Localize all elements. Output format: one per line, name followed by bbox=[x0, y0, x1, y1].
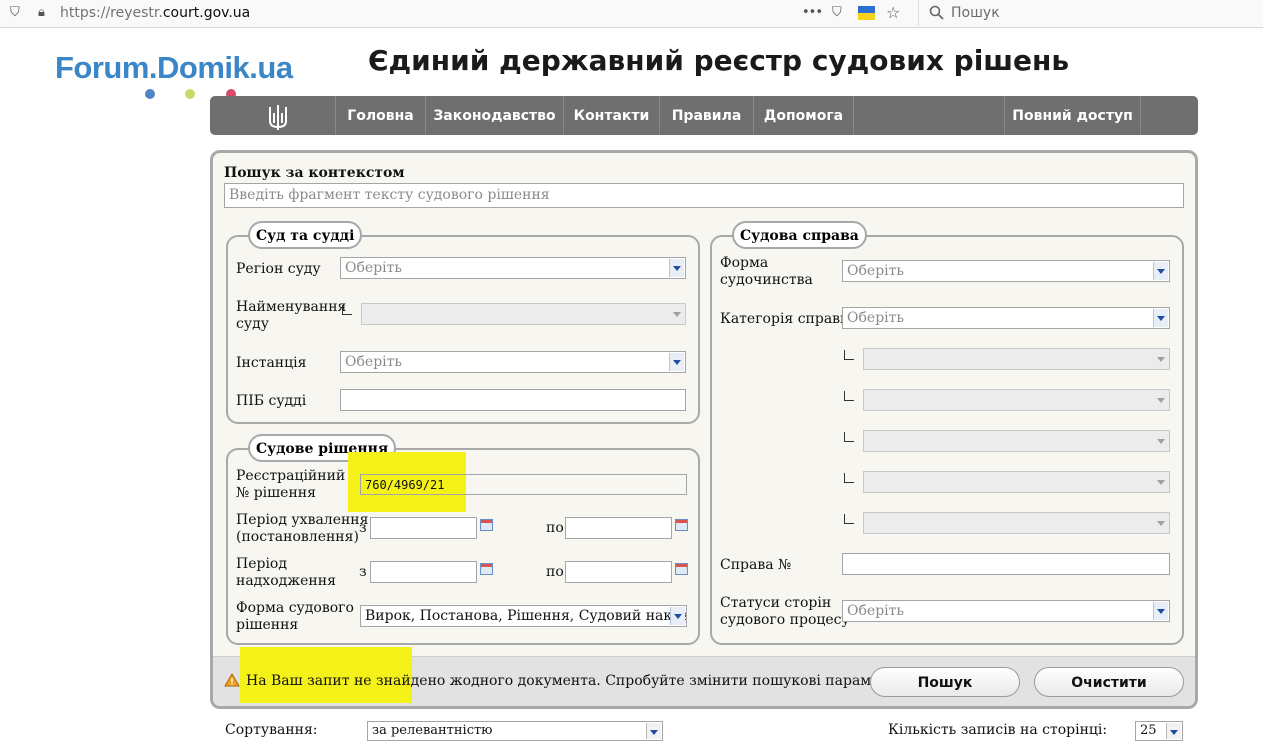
tree-branch-icon bbox=[844, 514, 854, 524]
bookmark-star-icon[interactable]: ☆ bbox=[886, 3, 900, 22]
calendar-icon[interactable] bbox=[675, 519, 688, 531]
calendar-icon[interactable] bbox=[480, 563, 493, 575]
party-status-label: Статуси сторін судового процесу bbox=[720, 595, 850, 628]
main-nav: Головна Законодавство Контакти Правила Д… bbox=[210, 96, 1198, 135]
case-category-label: Категорія справи bbox=[720, 311, 850, 327]
clear-button[interactable]: Очистити bbox=[1034, 667, 1184, 697]
browser-search-box[interactable]: Пошук bbox=[918, 0, 1263, 26]
chevron-down-icon bbox=[670, 305, 684, 323]
instance-select[interactable]: Оберіть bbox=[340, 351, 686, 373]
chevron-down-icon bbox=[1154, 514, 1168, 532]
chevron-down-icon[interactable] bbox=[669, 259, 684, 277]
browser-toolbar: ⛉ 🔒︎ https://reyestr.court.gov.ua ••• ⛉ … bbox=[0, 0, 1263, 28]
search-button[interactable]: Пошук bbox=[870, 667, 1020, 697]
nav-help[interactable]: Допомога bbox=[753, 96, 853, 135]
from-label: з bbox=[359, 564, 367, 580]
decision-form-label: Форма судового рішення bbox=[236, 600, 354, 633]
to-label: по bbox=[546, 520, 564, 536]
calendar-icon[interactable] bbox=[480, 519, 493, 531]
forum-logo: Forum.Domik.ua bbox=[55, 50, 293, 85]
logo-dot-blue bbox=[145, 89, 155, 99]
receive-to-input[interactable] bbox=[565, 561, 672, 583]
context-search-label: Пошук за контекстом bbox=[224, 165, 405, 181]
instance-label: Інстанція bbox=[236, 355, 307, 371]
reg-number-input[interactable]: 760/4969/21 bbox=[360, 474, 687, 495]
pocket-icon[interactable]: ⛉ bbox=[832, 5, 842, 20]
court-name-select[interactable] bbox=[361, 303, 686, 325]
nav-contacts[interactable]: Контакти bbox=[563, 96, 659, 135]
proceeding-form-label: Форма судочинства bbox=[720, 255, 813, 288]
case-subcategory-select-4[interactable] bbox=[863, 471, 1170, 493]
adoption-period-label: Період ухвалення (постановлення) bbox=[236, 512, 369, 545]
chevron-down-icon bbox=[1154, 391, 1168, 409]
case-number-input[interactable] bbox=[842, 553, 1170, 575]
tree-branch-icon bbox=[844, 350, 854, 360]
nav-legislation[interactable]: Законодавство bbox=[425, 96, 563, 135]
no-results-message: На Ваш запит не знайдено жодного докумен… bbox=[246, 673, 910, 689]
form-footer: На Ваш запит не знайдено жодного докумен… bbox=[213, 647, 1195, 706]
warning-icon bbox=[224, 673, 240, 687]
nav-rules[interactable]: Правила bbox=[659, 96, 753, 135]
tree-branch-icon bbox=[342, 305, 352, 315]
chevron-down-icon bbox=[1154, 350, 1168, 368]
page-title: Єдиний державний реєстр судових рішень bbox=[368, 44, 1070, 77]
adoption-from-input[interactable] bbox=[370, 517, 477, 539]
adoption-to-input[interactable] bbox=[565, 517, 672, 539]
court-judges-legend: Суд та судді bbox=[248, 221, 363, 249]
tree-branch-icon bbox=[844, 432, 854, 442]
from-label: з bbox=[359, 520, 367, 536]
search-placeholder: Пошук bbox=[951, 5, 1000, 21]
to-label: по bbox=[546, 564, 564, 580]
tree-branch-icon bbox=[844, 473, 854, 483]
trident-emblem-icon[interactable] bbox=[266, 103, 290, 135]
chevron-down-icon[interactable] bbox=[646, 723, 661, 739]
chevron-down-icon[interactable] bbox=[1153, 602, 1168, 620]
proceeding-form-select[interactable]: Оберіть bbox=[842, 260, 1170, 282]
chevron-down-icon bbox=[1154, 473, 1168, 491]
per-page-select[interactable]: 25 bbox=[1135, 721, 1183, 741]
per-page-label: Кількість записів на сторінці: bbox=[888, 722, 1108, 738]
chevron-down-icon[interactable] bbox=[1153, 262, 1168, 280]
region-label: Регіон суду bbox=[236, 261, 321, 277]
nav-full-access[interactable]: Повний доступ bbox=[1004, 96, 1140, 135]
nav-home[interactable]: Головна bbox=[335, 96, 425, 135]
sorting-select[interactable]: за релевантністю bbox=[367, 721, 663, 741]
chevron-down-icon[interactable] bbox=[1153, 309, 1168, 327]
case-number-label: Справа № bbox=[720, 557, 792, 573]
calendar-icon[interactable] bbox=[675, 563, 688, 575]
chevron-down-icon[interactable] bbox=[669, 353, 684, 371]
search-form-panel: Пошук за контекстом Введіть фрагмент тек… bbox=[210, 150, 1198, 709]
chevron-down-icon[interactable] bbox=[670, 607, 685, 625]
lock-icon[interactable]: 🔒︎ bbox=[38, 5, 45, 20]
party-status-select[interactable]: Оберіть bbox=[842, 600, 1170, 622]
chevron-down-icon[interactable] bbox=[1166, 723, 1181, 739]
case-subcategory-select-2[interactable] bbox=[863, 389, 1170, 411]
nav-divider bbox=[1140, 96, 1141, 135]
more-actions-icon[interactable]: ••• bbox=[802, 5, 823, 20]
case-subcategory-select-5[interactable] bbox=[863, 512, 1170, 534]
search-icon bbox=[929, 5, 944, 20]
case-category-select[interactable]: Оберіть bbox=[842, 307, 1170, 329]
url-bar[interactable]: https://reyestr.court.gov.ua bbox=[60, 5, 250, 21]
ukraine-flag-icon[interactable] bbox=[858, 6, 875, 20]
reg-number-label: Реєстраційний № рішення bbox=[236, 468, 346, 501]
nav-divider bbox=[853, 96, 854, 135]
chevron-down-icon bbox=[1154, 432, 1168, 450]
judge-label: ПІБ судді bbox=[236, 393, 307, 409]
context-search-input[interactable]: Введіть фрагмент тексту судового рішення bbox=[224, 183, 1184, 208]
case-subcategory-select-3[interactable] bbox=[863, 430, 1170, 452]
sorting-label: Сортування: bbox=[225, 722, 318, 738]
court-name-label: Найменування суду bbox=[236, 299, 347, 332]
decision-form-select[interactable]: Вирок, Постанова, Рішення, Судовий наказ… bbox=[360, 605, 687, 627]
receive-period-label: Період надходження bbox=[236, 556, 336, 589]
case-legend: Судова справа bbox=[732, 221, 867, 249]
region-select[interactable]: Оберіть bbox=[340, 257, 686, 279]
shield-icon[interactable]: ⛉ bbox=[10, 5, 20, 20]
receive-from-input[interactable] bbox=[370, 561, 477, 583]
logo-dot-green bbox=[185, 89, 195, 99]
judge-input[interactable] bbox=[340, 389, 686, 411]
case-subcategory-select-1[interactable] bbox=[863, 348, 1170, 370]
tree-branch-icon bbox=[844, 391, 854, 401]
